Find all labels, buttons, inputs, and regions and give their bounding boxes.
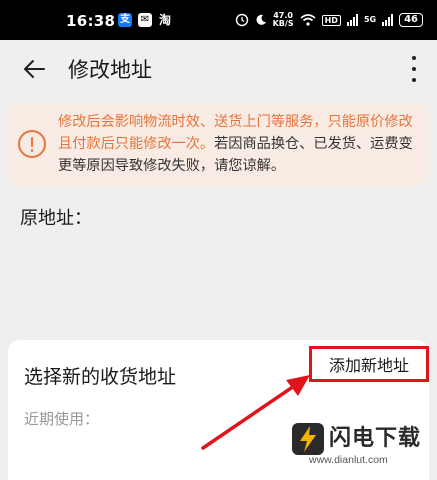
add-new-address-button[interactable]: 添加新地址 [309, 346, 429, 382]
app-header: 修改地址 [0, 40, 437, 98]
back-arrow-icon [24, 60, 45, 78]
moon-icon [256, 14, 266, 25]
more-dot-icon [412, 67, 416, 71]
more-dot-icon [412, 56, 416, 60]
status-right-cluster: 47.0 KB/S HD 5G 46 [235, 11, 423, 29]
more-options-button[interactable] [409, 56, 419, 82]
signal-icon [346, 14, 358, 26]
original-address-label: 原地址： [20, 208, 92, 229]
notice-text: 修改后会影响物流时效、送货上门等服务，只能原价修改且付款后只能修改一次。若因商品… [58, 111, 423, 177]
status-bar: 16:38 支 ✉ 淘 47.0 KB/S HD 5G 46 [0, 0, 437, 40]
watermark-name: 闪电下载 [329, 426, 422, 451]
page-title: 修改地址 [68, 58, 152, 82]
signal-5g-label: 5G [363, 15, 377, 24]
alipay-icon: 支 [118, 13, 132, 27]
more-dot-icon [412, 78, 416, 82]
watermark-url: www.dianlut.com [309, 454, 388, 466]
status-time: 16:38 [66, 12, 116, 30]
signal-icon-2 [382, 14, 394, 26]
notice-banner: 修改后会影响物流时效、送货上门等服务，只能原价修改且付款后只能修改一次。若因商品… [8, 104, 429, 186]
recent-used-label: 近期使用： [24, 410, 100, 428]
back-button[interactable] [20, 54, 50, 84]
watermark: 闪电下载 www.dianlut.com [289, 420, 435, 476]
alarm-icon [235, 13, 248, 27]
net-speed: 47.0 KB/S [272, 11, 294, 28]
battery-icon: 46 [399, 13, 423, 27]
new-address-title: 选择新的收货地址 [24, 366, 177, 388]
info-icon [18, 130, 46, 158]
taobao-icon: 淘 [158, 13, 171, 27]
lightning-logo-icon [292, 423, 324, 455]
mail-icon: ✉ [138, 13, 152, 27]
wifi-icon [300, 14, 316, 26]
hd-badge: HD [321, 14, 341, 26]
